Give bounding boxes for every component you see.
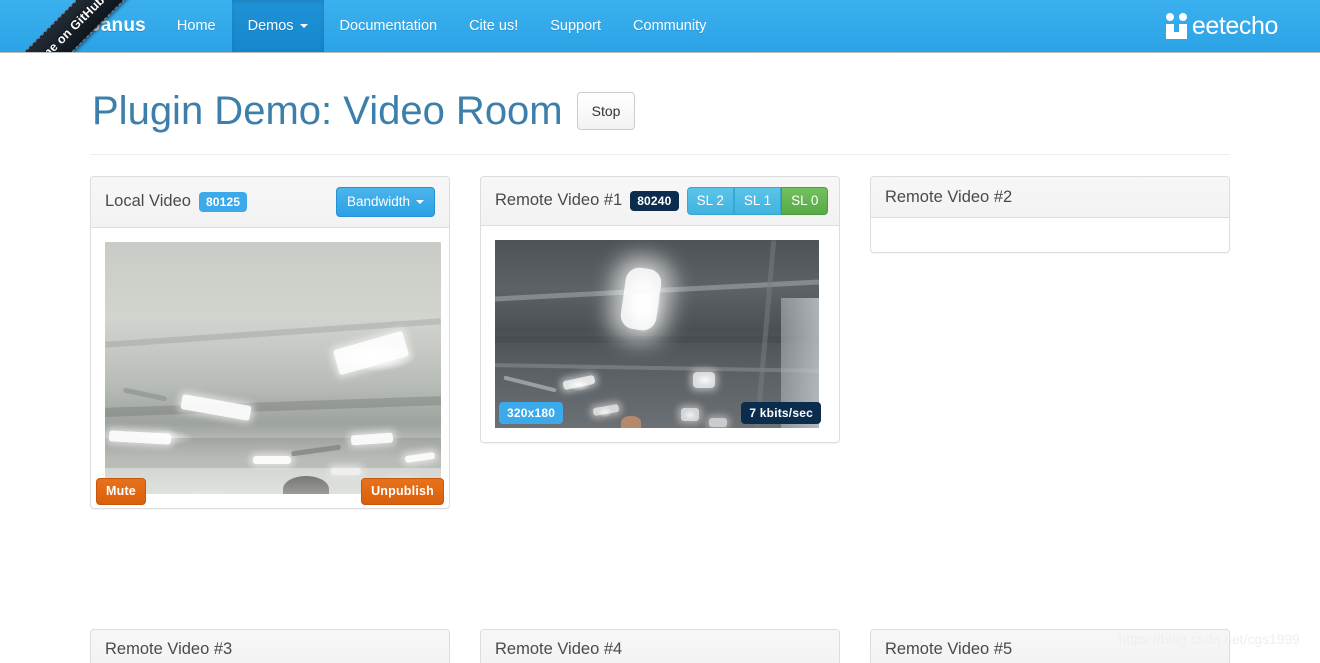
resolution-badge: 320x180: [498, 401, 564, 424]
nav-item-label: Cite us!: [469, 18, 519, 34]
meetecho-logo[interactable]: eetecho: [1164, 0, 1278, 52]
local-video-heading: Local Video 80125 Bandwidth: [91, 177, 449, 228]
remote-video-1-column: Remote Video #1 80240 SL 2 SL 1 SL 0 320…: [465, 176, 855, 531]
nav-item-label: Documentation: [339, 18, 438, 34]
remote-video-1-heading: Remote Video #1 80240 SL 2 SL 1 SL 0: [480, 177, 839, 226]
chevron-down-icon: [415, 199, 424, 204]
remote-video-1-id-badge: 80240: [630, 190, 679, 211]
remote-video-5-title: Remote Video #5: [884, 640, 1013, 658]
bandwidth-dropdown-button[interactable]: Bandwidth: [335, 187, 435, 217]
local-video-panel: Local Video 80125 Bandwidth Mute Unpubli…: [90, 176, 450, 509]
header-divider: [90, 154, 1230, 155]
video-row-2: Remote Video #3 Remote Video #4 Remote V…: [75, 628, 1245, 663]
simulcast-layer-sl2-button[interactable]: SL 2: [686, 187, 734, 215]
remote-video-1-stream[interactable]: [494, 239, 819, 428]
remote-video-1-wrapper: 320x180 7 kbits/sec: [494, 239, 825, 428]
bandwidth-label: Bandwidth: [346, 194, 410, 209]
remote-video-2-title: Remote Video #2: [884, 187, 1013, 206]
remote-video-2-panel: Remote Video #2: [869, 176, 1230, 253]
simulcast-layer-sl0-button[interactable]: SL 0: [781, 187, 829, 215]
page-container: Plugin Demo: Video Room Stop Local Video…: [90, 53, 1230, 663]
remote-video-2-body: [871, 218, 1229, 252]
simulcast-layer-sl1-button[interactable]: SL 1: [733, 187, 782, 215]
remote-video-2-column: Remote Video #2: [855, 176, 1245, 531]
meetecho-people-m-logo-icon: [1164, 13, 1193, 39]
video-row-1: Local Video 80125 Bandwidth Mute Unpubli…: [75, 176, 1245, 531]
page-header: Plugin Demo: Video Room Stop: [90, 89, 1230, 133]
local-video-wrapper: Mute Unpublish: [96, 241, 444, 505]
remote-video-3-column: Remote Video #3: [75, 628, 465, 663]
remote-video-1-body: 320x180 7 kbits/sec: [481, 226, 839, 442]
local-video-title: Local Video: [105, 192, 191, 211]
remote-video-4-heading: Remote Video #4: [480, 629, 839, 663]
nav-item-support[interactable]: Support: [534, 0, 617, 52]
bitrate-badge: 7 kbits/sec: [741, 401, 821, 424]
stop-button[interactable]: Stop: [576, 92, 636, 130]
meetecho-logo-text: eetecho: [1191, 11, 1279, 40]
remote-video-4-title: Remote Video #4: [494, 640, 623, 658]
remote-video-1-heading-actions: SL 2 SL 1 SL 0: [686, 187, 829, 215]
nav-item-label: Community: [633, 18, 707, 34]
remote-video-2-heading: Remote Video #2: [870, 177, 1229, 218]
remote-video-1-panel: Remote Video #1 80240 SL 2 SL 1 SL 0 320…: [479, 176, 840, 443]
nav-item-label: Support: [550, 18, 602, 34]
simulcast-layer-button-group: SL 2 SL 1 SL 0: [686, 187, 829, 215]
remote-video-3-heading: Remote Video #3: [91, 629, 449, 663]
navbar-links: Home Demos Documentation Cite us! Suppor…: [161, 0, 722, 52]
nav-item-label: Home: [176, 18, 216, 34]
remote-video-1-title: Remote Video #1: [494, 191, 623, 210]
unpublish-button[interactable]: Unpublish: [361, 478, 444, 505]
top-navbar: Janus Home Demos Documentation Cite us! …: [0, 0, 1320, 53]
watermark-text: https://blog.csdn.net/cgs1999: [1118, 632, 1300, 647]
nav-item-home[interactable]: Home: [161, 0, 232, 52]
remote-video-3-panel: Remote Video #3: [90, 628, 450, 663]
chevron-down-icon: [299, 24, 308, 28]
nav-item-label: Demos: [247, 18, 294, 34]
nav-item-community[interactable]: Community: [617, 0, 722, 52]
remote-video-4-column: Remote Video #4: [465, 628, 855, 663]
nav-item-cite-us[interactable]: Cite us!: [453, 0, 534, 52]
nav-item-demos[interactable]: Demos: [231, 0, 324, 52]
remote-video-4-panel: Remote Video #4: [479, 628, 840, 663]
nav-item-documentation[interactable]: Documentation: [324, 0, 454, 52]
remote-video-3-title: Remote Video #3: [105, 640, 233, 658]
local-video-id-badge: 80125: [198, 191, 248, 212]
local-video-body: Mute Unpublish: [91, 228, 449, 508]
local-video-column: Local Video 80125 Bandwidth Mute Unpubli…: [75, 176, 465, 531]
mute-button[interactable]: Mute: [96, 478, 146, 505]
page-title: Plugin Demo: Video Room: [92, 89, 563, 133]
local-video-stream[interactable]: [105, 241, 441, 494]
local-video-heading-actions: Bandwidth: [335, 187, 435, 217]
navbar-inner: Janus Home Demos Documentation Cite us! …: [90, 0, 1278, 52]
